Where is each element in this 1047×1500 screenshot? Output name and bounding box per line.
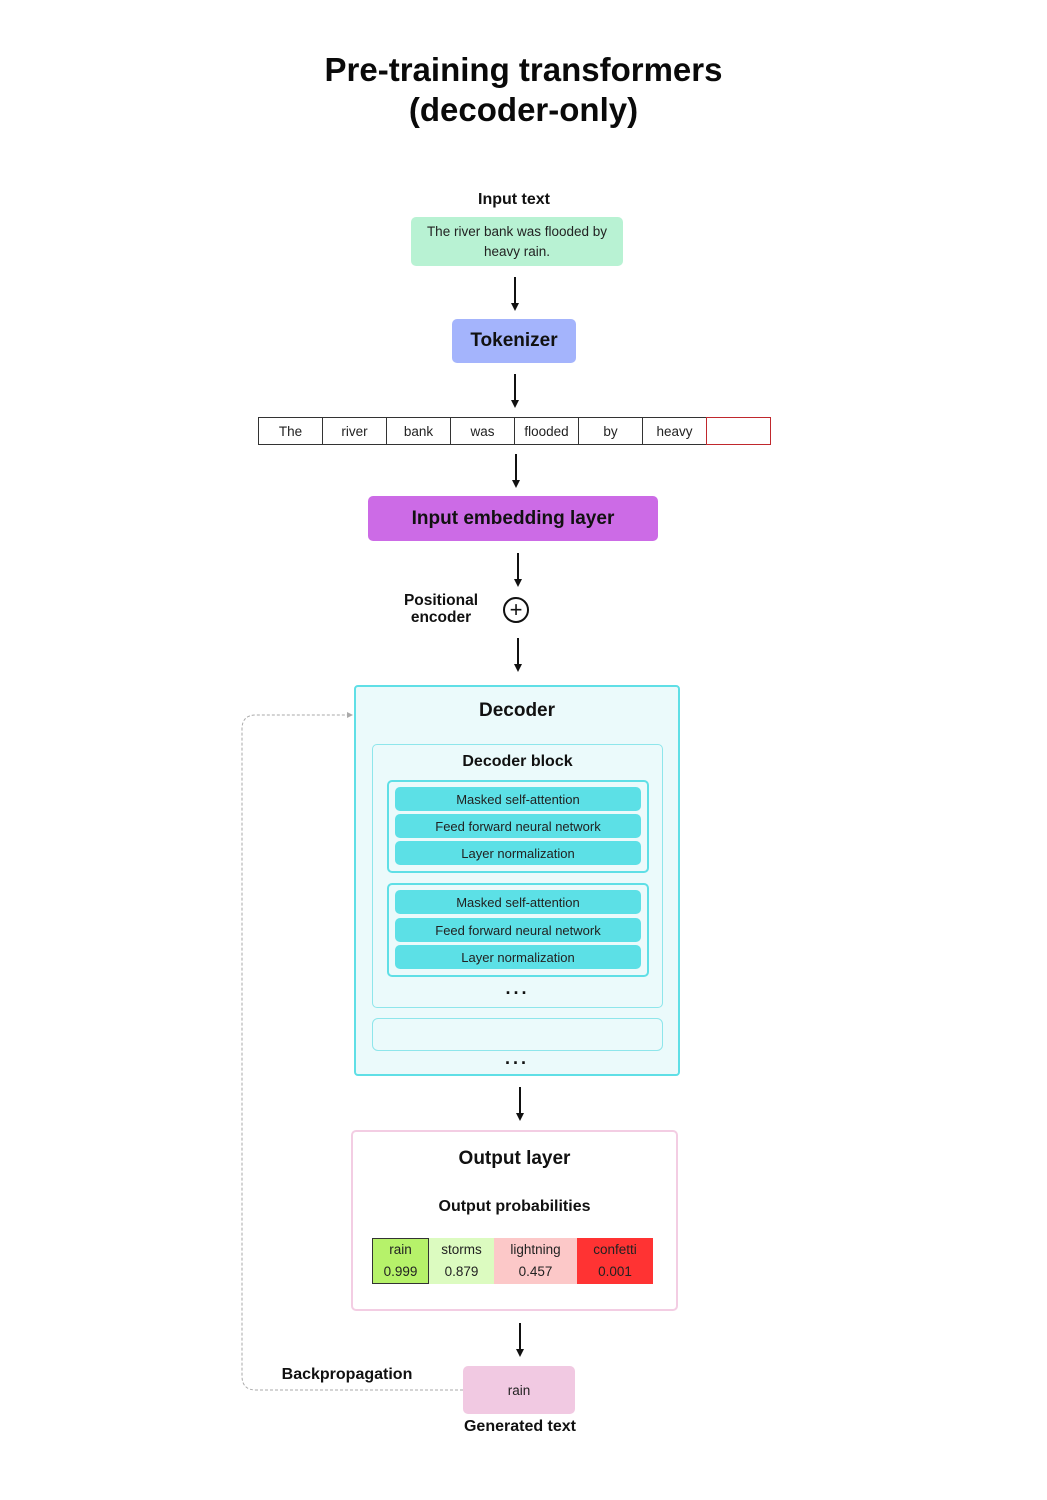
probability-value: 0.457 [518, 1264, 553, 1279]
probability-value: 0.001 [598, 1264, 632, 1279]
probability-cell: rain 0.999 [372, 1238, 429, 1284]
probability-cell: confetti 0.001 [577, 1238, 653, 1284]
token-row: The river bank was flooded by heavy [258, 417, 771, 445]
probability-word: rain [389, 1242, 412, 1257]
output-probabilities-label: Output probabilities [438, 1198, 591, 1215]
probability-word: storms [441, 1242, 482, 1257]
generated-text-label: Generated text [463, 1418, 577, 1435]
token: by [578, 417, 643, 445]
probability-word: lightning [510, 1242, 561, 1257]
decoder-title: Decoder [478, 700, 556, 721]
inner-ellipsis: ... [505, 978, 530, 998]
token: The [258, 417, 323, 445]
masked-self-attention-layer: Masked self-attention [395, 890, 641, 914]
collapsed-decoder-block [372, 1018, 663, 1051]
masked-next-token [706, 417, 771, 445]
probability-value: 0.879 [444, 1264, 479, 1279]
positional-encoder-label: Positional encoder [403, 592, 479, 626]
decoder-block-title: Decoder block [462, 753, 573, 770]
generated-token-box: rain [463, 1366, 575, 1414]
token: bank [386, 417, 451, 445]
token: river [322, 417, 387, 445]
output-layer-title: Output layer [458, 1148, 571, 1169]
probability-cell: storms 0.879 [429, 1238, 494, 1284]
tokenizer-box: Tokenizer [452, 319, 576, 363]
backpropagation-label: Backpropagation [281, 1366, 413, 1383]
probability-word: confetti [593, 1242, 637, 1257]
layer-normalization-layer: Layer normalization [395, 841, 641, 865]
outer-ellipsis: ... [504, 1048, 529, 1068]
probability-table: rain 0.999 storms 0.879 lightning 0.457 … [372, 1238, 653, 1284]
probability-cell: lightning 0.457 [494, 1238, 577, 1284]
token: heavy [642, 417, 707, 445]
masked-self-attention-layer: Masked self-attention [395, 787, 641, 811]
input-text-label: Input text [478, 191, 550, 208]
plus-circle-icon: + [503, 597, 529, 623]
token: was [450, 417, 515, 445]
feed-forward-layer: Feed forward neural network [395, 918, 641, 942]
input-embedding-layer: Input embedding layer [368, 496, 658, 541]
layer-normalization-layer: Layer normalization [395, 945, 641, 969]
input-text-content: The river bank was flooded by heavy rain… [426, 223, 608, 259]
token: flooded [514, 417, 579, 445]
feed-forward-layer: Feed forward neural network [395, 814, 641, 838]
input-text-box: The river bank was flooded by heavy rain… [411, 217, 623, 266]
probability-value: 0.999 [383, 1264, 418, 1279]
